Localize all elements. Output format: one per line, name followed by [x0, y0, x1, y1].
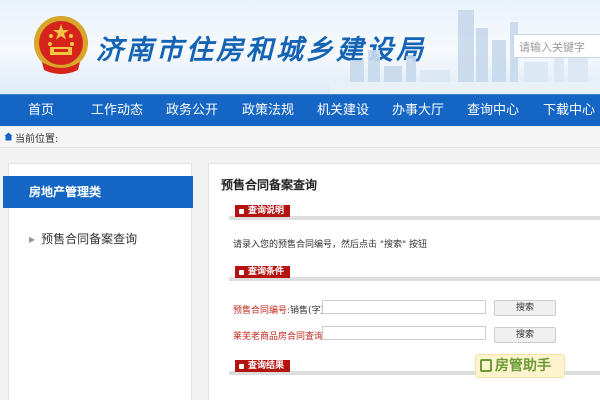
nav-item-service-hall[interactable]: 办事大厅 — [392, 95, 444, 127]
watermark-badge: 房管助手 — [475, 354, 565, 378]
sidebar-heading: 房地产管理类 — [3, 176, 193, 208]
laiwu-contract-label: 莱芜老商品房合同查询: — [233, 332, 327, 342]
section-header-conditions: 查询条件 — [229, 266, 600, 281]
nav-item-query-center[interactable]: 查询中心 — [467, 95, 519, 127]
search-button-contract[interactable]: 搜索 — [494, 300, 556, 316]
search-input[interactable]: 请输入关键字 — [513, 34, 600, 58]
nav-item-download-center[interactable]: 下载中心 — [543, 95, 595, 127]
app-logo-icon — [480, 359, 492, 372]
nav-item-organization[interactable]: 机关建设 — [317, 95, 369, 127]
sidebar: 房地产管理类 ▶ 预售合同备案查询 — [3, 163, 193, 400]
main-nav: 首页 工作动态 政务公开 政策法规 机关建设 办事大厅 查询中心 下载中心 — [0, 94, 600, 126]
nav-item-gov-affairs[interactable]: 政务公开 — [166, 95, 218, 127]
sidebar-item-label: 预售合同备案查询 — [41, 232, 138, 246]
site-header: 济南市住房和城乡建设局 请输入关键字 — [0, 0, 600, 94]
search-button-laiwu[interactable]: 搜索 — [494, 327, 556, 343]
instructions-text: 请录入您的预售合同编号，然后点击 "搜索" 按钮 — [233, 240, 428, 250]
sidebar-item-presale-contract[interactable]: ▶ 预售合同备案查询 — [29, 230, 137, 247]
national-emblem-icon — [34, 16, 88, 74]
laiwu-contract-input[interactable] — [322, 326, 486, 340]
nav-item-policies[interactable]: 政策法规 — [242, 95, 294, 127]
section-tag-conditions: 查询条件 — [235, 266, 291, 278]
nav-item-home[interactable]: 首页 — [28, 95, 54, 127]
section-tag-instructions: 查询说明 — [235, 205, 291, 217]
home-icon — [4, 132, 13, 141]
breadcrumb-label: 当前位置: — [15, 134, 59, 145]
nav-item-work-news[interactable]: 工作动态 — [91, 95, 143, 127]
triangle-right-icon: ▶ — [29, 235, 36, 244]
watermark-text: 房管助手 — [495, 358, 551, 374]
contract-number-input[interactable] — [322, 300, 486, 314]
page-title: 预售合同备案查询 — [221, 178, 318, 192]
section-header-instructions: 查询说明 — [229, 205, 600, 220]
breadcrumb: 当前位置: — [0, 126, 600, 148]
contract-number-label: 预售合同编号: — [233, 306, 291, 316]
contract-number-prefix: 销售(字) — [290, 306, 325, 316]
section-tag-results: 查询结果 — [235, 360, 291, 372]
